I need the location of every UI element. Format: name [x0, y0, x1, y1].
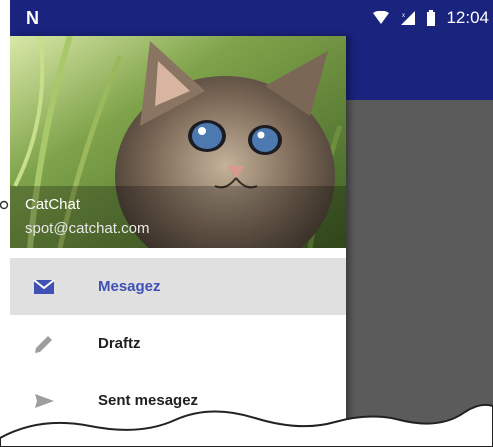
- pencil-icon: [35, 335, 52, 353]
- callout-connector: [0, 200, 9, 210]
- kitten-photo: [10, 36, 346, 248]
- status-bar: N x 12:04: [10, 0, 493, 36]
- battery-icon: [427, 10, 436, 26]
- signal-icon: x: [401, 11, 416, 25]
- app-name: CatChat: [25, 196, 81, 213]
- wifi-icon: [373, 11, 390, 24]
- menu-label: Mesagez: [98, 278, 161, 295]
- menu-item-mesagez[interactable]: Mesagez: [10, 258, 346, 315]
- menu-item-draftz[interactable]: Draftz: [10, 315, 346, 372]
- device-screen: N x 12:04 CatChat spot@catchat.com Mesag…: [10, 0, 493, 447]
- user-email: spot@catchat.com: [25, 220, 150, 237]
- svg-text:x: x: [402, 13, 405, 19]
- notification-logo: N: [26, 7, 39, 28]
- torn-edge: [0, 403, 493, 447]
- clock: 12:04: [446, 8, 489, 27]
- menu-label: Draftz: [98, 335, 141, 352]
- envelope-icon: [33, 278, 55, 294]
- navigation-drawer: CatChat spot@catchat.com Mesagez Draftz: [10, 36, 346, 447]
- drawer-header: CatChat spot@catchat.com: [10, 36, 346, 248]
